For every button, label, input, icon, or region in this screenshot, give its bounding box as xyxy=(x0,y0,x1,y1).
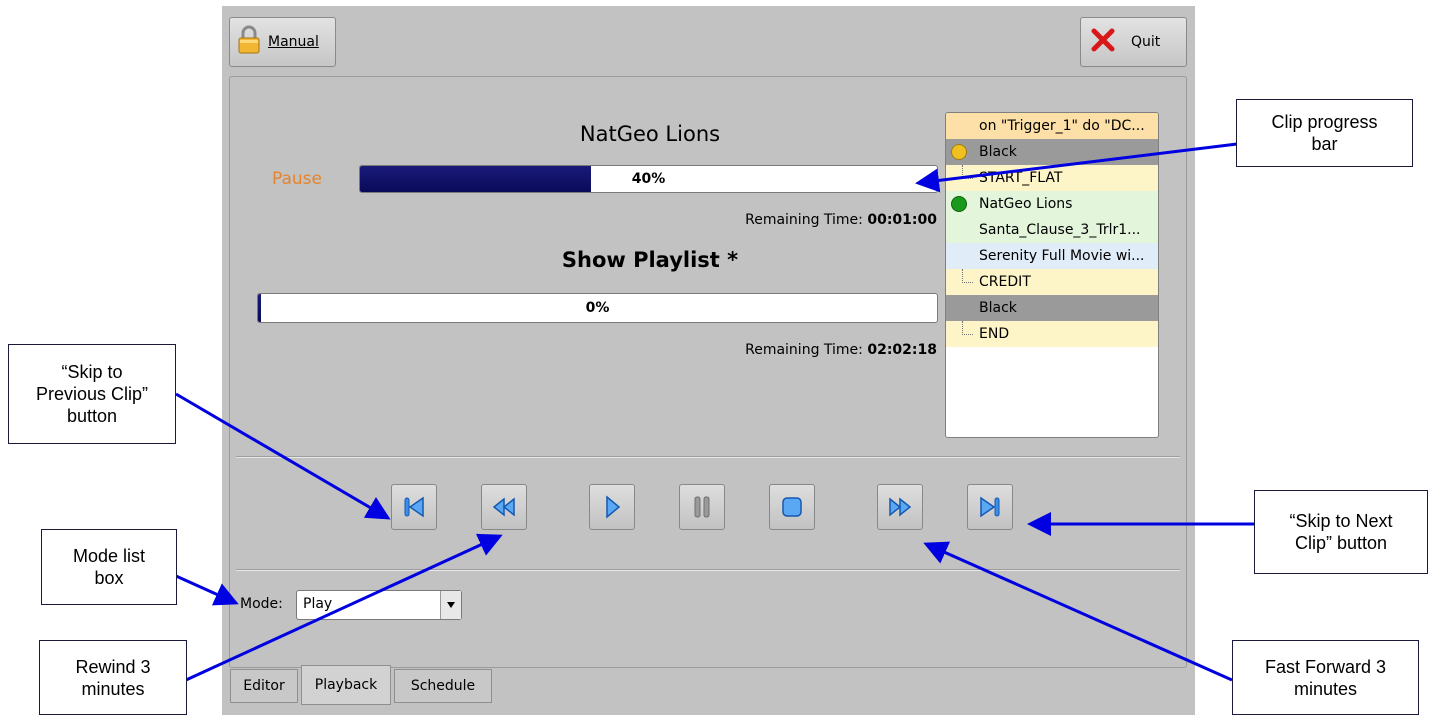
callout-skip-next: “Skip to Next Clip” button xyxy=(1254,490,1428,574)
callout-fast-forward: Fast Forward 3 minutes xyxy=(1232,640,1419,715)
callout-clip-progress: Clip progress bar xyxy=(1236,99,1413,167)
callout-mode-list: Mode list box xyxy=(41,529,177,605)
annotation-arrows xyxy=(175,142,1254,682)
callout-rewind: Rewind 3 minutes xyxy=(39,640,187,715)
callout-skip-previous: “Skip to Previous Clip” button xyxy=(8,344,176,444)
